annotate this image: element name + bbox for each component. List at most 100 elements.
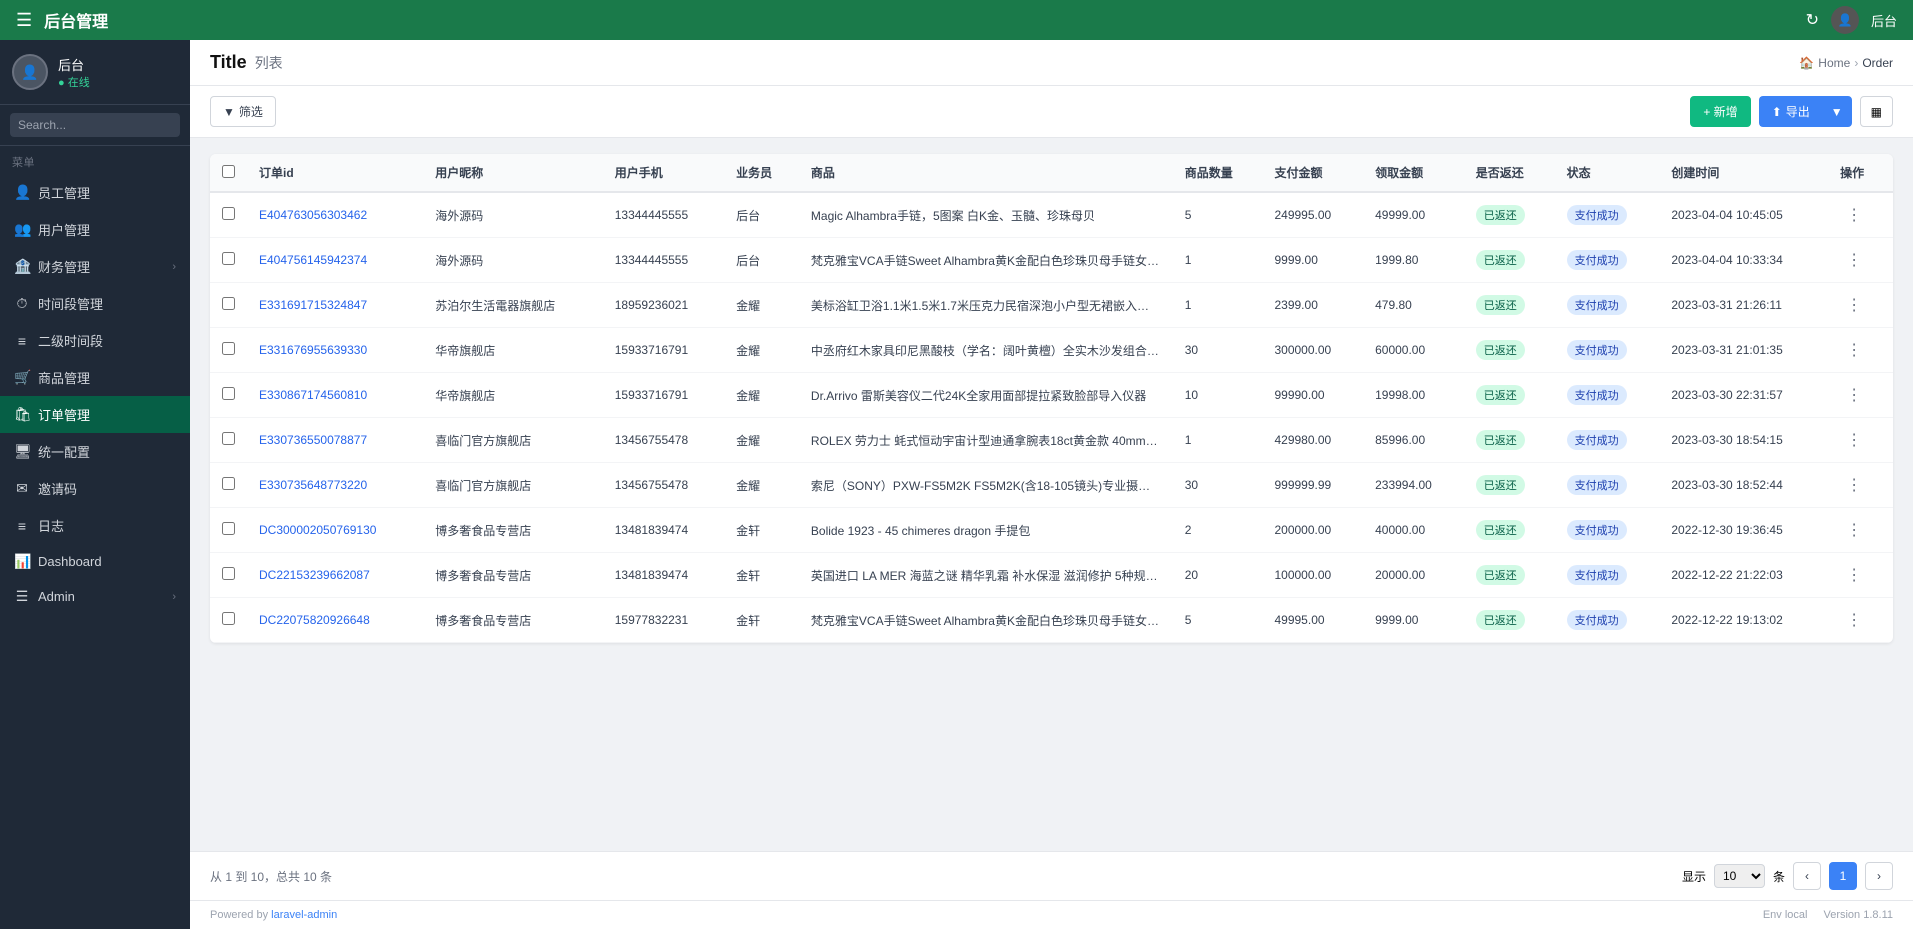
row-checkbox[interactable] — [222, 567, 235, 580]
cell-status: 支付成功 — [1555, 553, 1660, 598]
sidebar-item-timeslot[interactable]: ⏱ 时间段管理 — [0, 285, 190, 322]
finance-icon: 🏦 — [14, 258, 30, 275]
cell-action: ⋮ — [1828, 418, 1893, 463]
row-checkbox[interactable] — [222, 297, 235, 310]
cell-product: 美标浴缸卫浴1.1米1.5米1.7米压克力民宿深泡小户型无裙嵌入式浴缸日式新科德 — [799, 283, 1173, 328]
col-order-id: 订单id — [247, 154, 423, 192]
cell-phone: 13481839474 — [603, 508, 724, 553]
sidebar-item-dashboard[interactable]: 📊 Dashboard — [0, 544, 190, 579]
columns-button[interactable]: ▦ — [1860, 96, 1893, 127]
cell-order-id: DC22075820926648 — [247, 598, 423, 643]
sidebar-item-unified-config[interactable]: 🖥 统一配置 — [0, 433, 190, 470]
row-action-button[interactable]: ⋮ — [1840, 473, 1868, 497]
sidebar-search-input[interactable] — [10, 113, 180, 137]
cell-amount: 9999.00 — [1262, 238, 1363, 283]
cell-nickname: 苏泊尔生活電器旗舰店 — [423, 283, 602, 328]
cell-agent: 金耀 — [724, 463, 799, 508]
row-action-button[interactable]: ⋮ — [1840, 203, 1868, 227]
content-title-area: Title 列表 — [210, 52, 283, 73]
sidebar-item-logs[interactable]: ≡ 日志 — [0, 507, 190, 544]
cell-claim: 1999.80 — [1363, 238, 1464, 283]
row-checkbox[interactable] — [222, 207, 235, 220]
admin-icon: ☰ — [14, 588, 30, 605]
cell-created: 2023-03-31 21:26:11 — [1659, 283, 1828, 328]
sidebar-item-orders-label: 订单管理 — [38, 405, 90, 424]
row-checkbox[interactable] — [222, 432, 235, 445]
cell-nickname: 喜临门官方旗舰店 — [423, 418, 602, 463]
sidebar-item-users[interactable]: 👥 用户管理 — [0, 211, 190, 248]
cell-action: ⋮ — [1828, 553, 1893, 598]
cell-amount: 2399.00 — [1262, 283, 1363, 328]
sidebar-item-admin[interactable]: ☰ Admin › — [0, 579, 190, 614]
breadcrumb-home[interactable]: Home — [1818, 56, 1850, 70]
row-checkbox[interactable] — [222, 387, 235, 400]
sidebar-item-invite-code[interactable]: ✉ 邀请码 — [0, 470, 190, 507]
row-action-button[interactable]: ⋮ — [1840, 293, 1868, 317]
row-checkbox[interactable] — [222, 342, 235, 355]
row-action-button[interactable]: ⋮ — [1840, 518, 1868, 542]
row-checkbox[interactable] — [222, 477, 235, 490]
cell-claim: 9999.00 — [1363, 598, 1464, 643]
row-action-button[interactable]: ⋮ — [1840, 563, 1868, 587]
row-checkbox[interactable] — [222, 252, 235, 265]
prev-page-button[interactable]: ‹ — [1793, 862, 1821, 890]
page-1-button[interactable]: 1 — [1829, 862, 1857, 890]
top-header-right: ↻ 👤 后台 — [1806, 6, 1897, 34]
cell-agent: 金耀 — [724, 373, 799, 418]
cell-returned: 已返还 — [1464, 238, 1555, 283]
row-action-button[interactable]: ⋮ — [1840, 383, 1868, 407]
col-product: 商品 — [799, 154, 1173, 192]
row-action-button[interactable]: ⋮ — [1840, 248, 1868, 272]
cell-quantity: 10 — [1173, 373, 1263, 418]
hamburger-icon[interactable]: ☰ — [16, 10, 32, 31]
row-checkbox[interactable] — [222, 522, 235, 535]
sidebar-item-finance[interactable]: 🏦 财务管理 › — [0, 248, 190, 285]
new-button[interactable]: + 新增 — [1690, 96, 1750, 127]
export-button[interactable]: ⬆ 导出 — [1759, 96, 1822, 127]
top-header-left: ☰ 后台管理 — [16, 8, 108, 32]
table-row: E331676955639330 华帝旗舰店 15933716791 金耀 中丞… — [210, 328, 1893, 373]
row-action-button[interactable]: ⋮ — [1840, 428, 1868, 452]
cell-agent: 金耀 — [724, 328, 799, 373]
sidebar-item-products[interactable]: 🛒 商品管理 — [0, 359, 190, 396]
sidebar-item-second-timeslot[interactable]: ≡ 二级时间段 — [0, 322, 190, 359]
row-action-button[interactable]: ⋮ — [1840, 338, 1868, 362]
cell-created: 2023-03-31 21:01:35 — [1659, 328, 1828, 373]
next-page-button[interactable]: › — [1865, 862, 1893, 890]
cell-action: ⋮ — [1828, 238, 1893, 283]
sidebar-item-orders[interactable]: 🛍 订单管理 — [0, 396, 190, 433]
cell-phone: 13456755478 — [603, 418, 724, 463]
logs-icon: ≡ — [14, 518, 30, 534]
row-checkbox[interactable] — [222, 612, 235, 625]
select-all-checkbox[interactable] — [222, 165, 235, 178]
laravel-admin-link[interactable]: laravel-admin — [271, 909, 337, 921]
cell-product: 英国进口 LA MER 海蓝之谜 精华乳霜 补水保湿 滋润修护 5种规格可选 5… — [799, 553, 1173, 598]
page-size-select[interactable]: 10 20 50 100 — [1714, 864, 1765, 888]
page-footer: Powered by laravel-admin Env local Versi… — [190, 900, 1913, 929]
content-area: Title 列表 🏠 Home › Order ▼ 筛选 + 新增 — [190, 40, 1913, 929]
cell-phone: 13456755478 — [603, 463, 724, 508]
footer-right: Env local Version 1.8.11 — [1763, 909, 1893, 921]
row-checkbox-cell — [210, 463, 247, 508]
col-claim: 领取金额 — [1363, 154, 1464, 192]
cell-claim: 49999.00 — [1363, 192, 1464, 238]
columns-icon: ▦ — [1871, 105, 1882, 119]
sidebar-item-staff[interactable]: 👤 员工管理 — [0, 174, 190, 211]
top-user-avatar: 👤 — [1831, 6, 1859, 34]
filter-icon: ▼ — [223, 105, 235, 119]
cell-returned: 已返还 — [1464, 598, 1555, 643]
table-body: E404763056303462 海外源码 13344445555 后台 Mag… — [210, 192, 1893, 643]
sidebar-search-container — [0, 105, 190, 146]
cell-status: 支付成功 — [1555, 463, 1660, 508]
cell-created: 2023-03-30 18:52:44 — [1659, 463, 1828, 508]
content-toolbar: ▼ 筛选 + 新增 ⬆ 导出 ▼ ▦ — [190, 86, 1913, 138]
row-action-button[interactable]: ⋮ — [1840, 608, 1868, 632]
export-dropdown-button[interactable]: ▼ — [1822, 96, 1852, 127]
refresh-icon[interactable]: ↻ — [1806, 10, 1819, 30]
table-row: E331691715324847 苏泊尔生活電器旗舰店 18959236021 … — [210, 283, 1893, 328]
breadcrumb-separator: › — [1854, 56, 1858, 70]
row-checkbox-cell — [210, 283, 247, 328]
sidebar-item-admin-label: Admin — [38, 589, 75, 604]
cell-quantity: 2 — [1173, 508, 1263, 553]
filter-button[interactable]: ▼ 筛选 — [210, 96, 276, 127]
